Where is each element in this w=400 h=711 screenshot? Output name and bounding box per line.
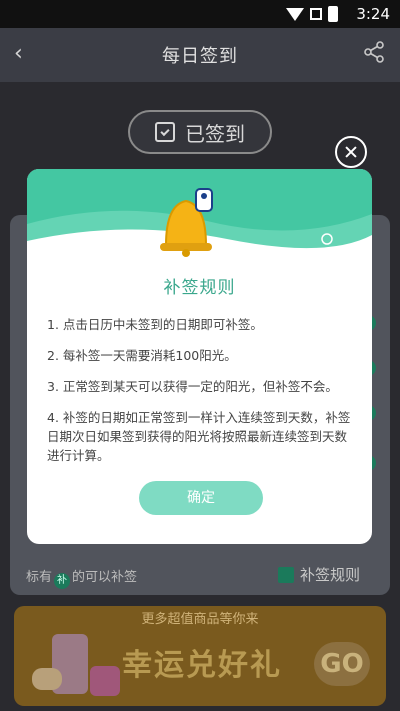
header-bar: ‹ 每日签到 xyxy=(0,28,400,82)
status-time: 3:24 xyxy=(356,5,390,23)
rule-item: 4. 补签的日期如正常签到一样计入连续签到天数，补签日期次日如果签到获得的阳光将… xyxy=(47,410,351,463)
signed-status-button[interactable]: 已签到 xyxy=(128,110,272,154)
gift-products-icon xyxy=(32,634,120,696)
rule-item: 2. 每补签一天需要消耗100阳光。 xyxy=(47,348,237,363)
signed-status-label: 已签到 xyxy=(185,121,245,146)
rule-item: 3. 正常签到某天可以获得一定的阳光，但补签不会。 xyxy=(47,379,338,394)
rules-link-label: 补签规则 xyxy=(299,566,360,584)
makeup-badge: 补 xyxy=(54,573,71,589)
status-bar: 3:24 xyxy=(0,0,400,28)
wifi-icon xyxy=(286,7,304,21)
share-icon[interactable] xyxy=(362,40,386,64)
hint-prefix: 标有 xyxy=(26,570,53,585)
close-icon[interactable] xyxy=(335,136,367,168)
bell-icon xyxy=(160,188,213,257)
hint-suffix: 的可以补签 xyxy=(72,570,138,585)
status-icons xyxy=(286,6,338,22)
confirm-button[interactable]: 确定 xyxy=(139,481,263,515)
banner-title: 幸运兑好礼 xyxy=(122,648,282,683)
makeup-hint: 标有补的可以补签 xyxy=(26,566,137,589)
promo-banner[interactable]: 更多超值商品等你来 幸运兑好礼 GO xyxy=(14,606,386,706)
calendar-check-icon xyxy=(155,122,175,142)
rules-icon xyxy=(277,566,294,583)
calendar-footer: 标有补的可以补签 补签规则 xyxy=(10,555,390,595)
rules-link[interactable]: 补签规则 xyxy=(277,564,360,585)
battery-icon xyxy=(328,6,338,22)
signal-icon xyxy=(310,8,322,20)
page-title: 每日签到 xyxy=(162,46,238,67)
go-button[interactable]: GO xyxy=(314,642,370,686)
rule-item: 1. 点击日历中未签到的日期即可补签。 xyxy=(47,317,263,332)
banner-subtitle: 更多超值商品等你来 xyxy=(141,612,259,627)
dialog-title: 补签规则 xyxy=(163,278,236,298)
